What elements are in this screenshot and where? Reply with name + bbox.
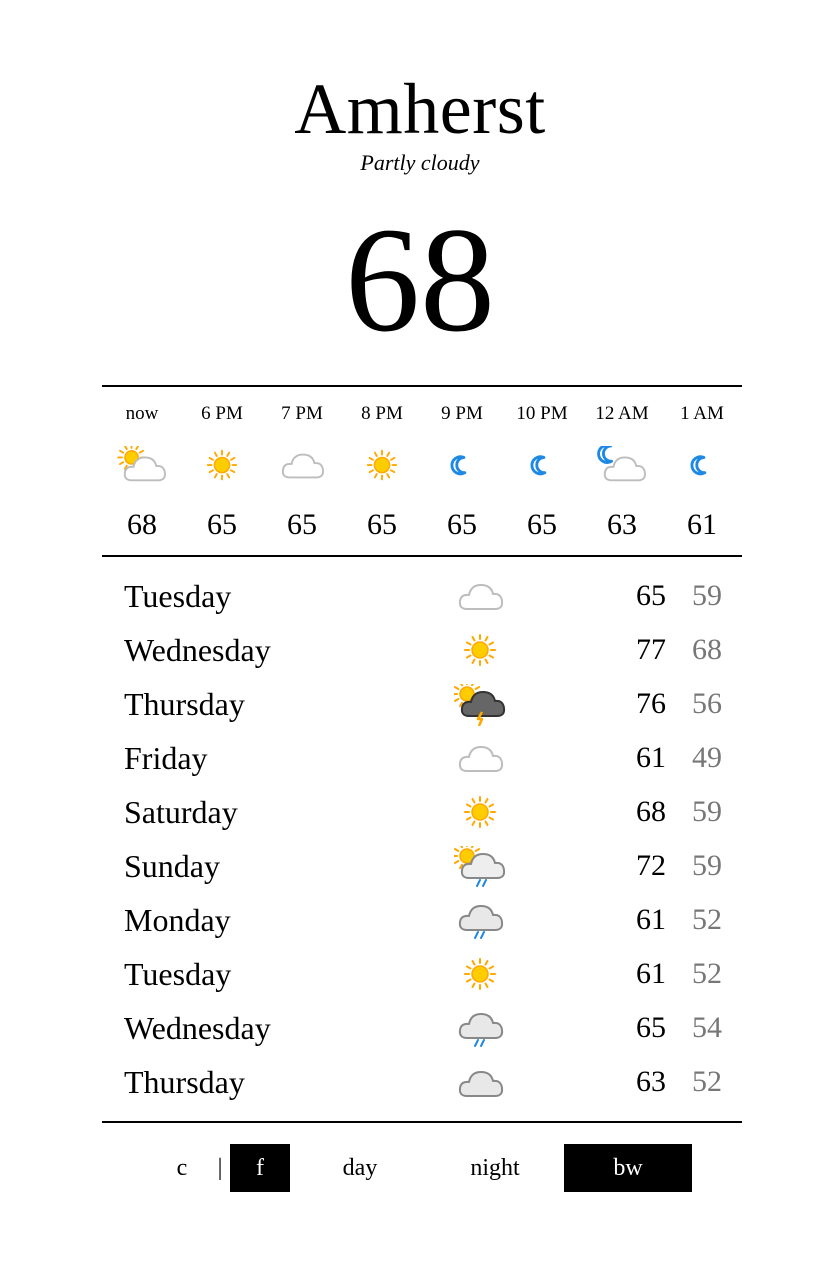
hour-temp: 63 bbox=[607, 508, 637, 541]
day-low-temp: 59 bbox=[692, 579, 722, 612]
day-low-temp: 56 bbox=[692, 687, 722, 720]
hourly-item: 1 AM 61 bbox=[662, 388, 742, 554]
hour-label: now bbox=[125, 403, 159, 424]
hour-label: 6 PM bbox=[201, 403, 243, 424]
day-name: Tuesday bbox=[124, 578, 232, 614]
day-high-temp: 61 bbox=[636, 741, 666, 774]
day-name: Friday bbox=[124, 740, 208, 776]
moon-icon bbox=[517, 446, 567, 486]
daily-row: Monday 61 52 bbox=[102, 894, 742, 948]
hour-temp: 68 bbox=[127, 508, 157, 541]
day-low-temp: 52 bbox=[692, 957, 722, 990]
hour-label: 10 PM bbox=[516, 403, 568, 424]
divider-bottom bbox=[102, 1121, 742, 1123]
thunderstorm-icon bbox=[452, 679, 506, 727]
partly-cloudy-night-icon bbox=[597, 443, 647, 486]
day-low-temp: 52 bbox=[692, 903, 722, 936]
day-name: Thursday bbox=[124, 1064, 245, 1100]
day-low-temp: 54 bbox=[692, 1011, 722, 1044]
moon-icon bbox=[437, 446, 487, 486]
hour-label: 9 PM bbox=[441, 403, 483, 424]
hourly-forecast: now 68 6 PM 65 7 PM 65 8 PM 65 9 PM 65 1… bbox=[102, 388, 742, 554]
day-high-temp: 61 bbox=[636, 957, 666, 990]
day-low-temp: 68 bbox=[692, 633, 722, 666]
hour-temp: 61 bbox=[687, 508, 717, 541]
day-high-temp: 65 bbox=[636, 1011, 666, 1044]
partly-cloudy-day-icon bbox=[117, 443, 167, 486]
day-high-temp: 65 bbox=[636, 579, 666, 612]
hour-label: 7 PM bbox=[281, 403, 323, 424]
fahrenheit-toggle[interactable]: f bbox=[230, 1144, 290, 1192]
day-low-temp: 49 bbox=[692, 741, 722, 774]
rain-icon bbox=[454, 1008, 506, 1050]
sun-icon bbox=[454, 954, 506, 996]
sun-icon bbox=[454, 630, 506, 672]
sun-icon bbox=[454, 792, 506, 834]
day-high-temp: 63 bbox=[636, 1065, 666, 1098]
day-name: Monday bbox=[124, 902, 231, 938]
rain-icon bbox=[454, 900, 506, 942]
hourly-item: 6 PM 65 bbox=[182, 388, 262, 554]
moon-icon bbox=[677, 446, 727, 486]
day-name: Thursday bbox=[124, 686, 245, 722]
day-name: Wednesday bbox=[124, 632, 271, 668]
sun-icon bbox=[357, 446, 407, 486]
divider-middle bbox=[102, 555, 742, 557]
bw-theme-button[interactable]: bw bbox=[564, 1144, 692, 1192]
hour-label: 1 AM bbox=[680, 403, 724, 424]
condition-text: Partly cloudy bbox=[360, 150, 480, 175]
hour-label: 12 AM bbox=[595, 403, 649, 424]
sun-rain-icon bbox=[452, 841, 506, 888]
daily-row: Saturday 68 59 bbox=[102, 786, 742, 840]
daily-row: Tuesday 61 52 bbox=[102, 948, 742, 1002]
day-name: Tuesday bbox=[124, 956, 232, 992]
cloud-icon bbox=[277, 446, 327, 486]
hourly-item: 12 AM 63 bbox=[582, 388, 662, 554]
day-low-temp: 52 bbox=[692, 1065, 722, 1098]
day-high-temp: 76 bbox=[636, 687, 666, 720]
daily-row: Thursday 63 52 bbox=[102, 1056, 742, 1110]
day-low-temp: 59 bbox=[692, 849, 722, 882]
cloud-icon bbox=[454, 738, 506, 780]
display-controls: c | f day night bw bbox=[0, 1144, 840, 1192]
day-name: Wednesday bbox=[124, 1010, 271, 1046]
daily-row: Thursday 76 56 bbox=[102, 678, 742, 732]
hourly-item: 8 PM 65 bbox=[342, 388, 422, 554]
hour-temp: 65 bbox=[447, 508, 477, 541]
day-name: Sunday bbox=[124, 848, 220, 884]
hourly-item: 9 PM 65 bbox=[422, 388, 502, 554]
sun-icon bbox=[197, 446, 247, 486]
hour-temp: 65 bbox=[367, 508, 397, 541]
hour-temp: 65 bbox=[287, 508, 317, 541]
daily-row: Wednesday 65 54 bbox=[102, 1002, 742, 1056]
daily-row: Tuesday 65 59 bbox=[102, 570, 742, 624]
daily-row: Friday 61 49 bbox=[102, 732, 742, 786]
unit-separator: | bbox=[217, 1155, 223, 1181]
daily-row: Wednesday 77 68 bbox=[102, 624, 742, 678]
night-theme-button[interactable]: night bbox=[440, 1144, 550, 1192]
day-high-temp: 77 bbox=[636, 633, 666, 666]
daily-row: Sunday 72 59 bbox=[102, 840, 742, 894]
hourly-item: 10 PM 65 bbox=[502, 388, 582, 554]
hourly-item: 7 PM 65 bbox=[262, 388, 342, 554]
day-high-temp: 72 bbox=[636, 849, 666, 882]
hour-temp: 65 bbox=[527, 508, 557, 541]
day-high-temp: 61 bbox=[636, 903, 666, 936]
hour-temp: 65 bbox=[207, 508, 237, 541]
celsius-toggle[interactable]: c bbox=[164, 1144, 200, 1192]
location-title: Amherst bbox=[294, 69, 546, 149]
daily-forecast: Tuesday 65 59 Wednesday 77 68 Thursday 7… bbox=[102, 570, 742, 1110]
current-temperature: 68 bbox=[345, 197, 495, 363]
hour-label: 8 PM bbox=[361, 403, 403, 424]
day-name: Saturday bbox=[124, 794, 238, 830]
hourly-item: now 68 bbox=[102, 388, 182, 554]
cloud-icon bbox=[454, 576, 506, 618]
day-high-temp: 68 bbox=[636, 795, 666, 828]
overcast-icon bbox=[454, 1062, 506, 1104]
divider-top bbox=[102, 385, 742, 387]
day-low-temp: 59 bbox=[692, 795, 722, 828]
day-theme-button[interactable]: day bbox=[320, 1144, 400, 1192]
